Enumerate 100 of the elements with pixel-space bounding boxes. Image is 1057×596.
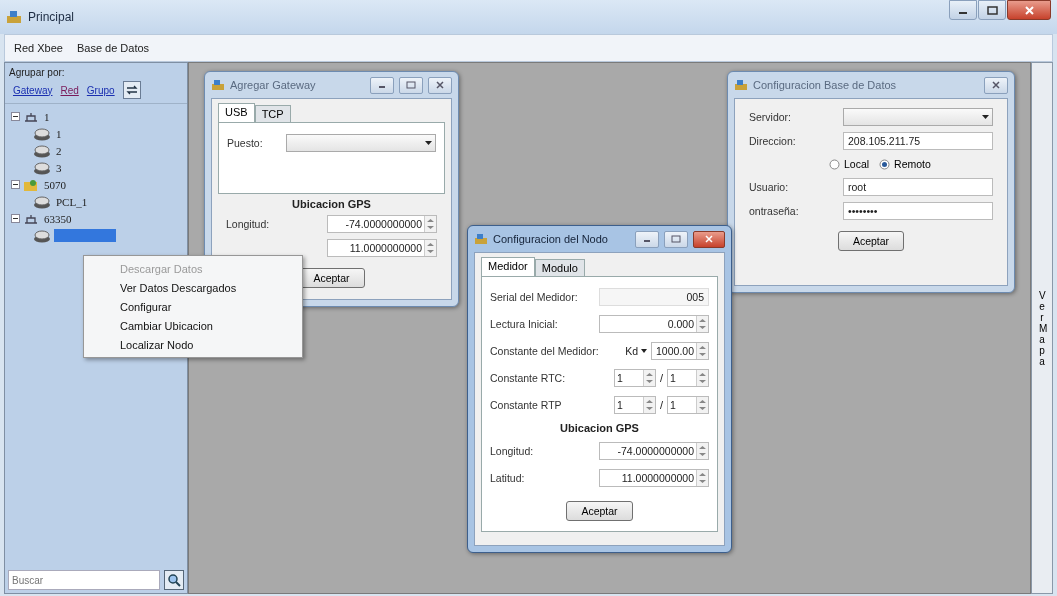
tab[interactable]: USB xyxy=(218,103,255,122)
field-label: Constante del Medidor: xyxy=(490,345,600,357)
meter-icon xyxy=(33,126,51,141)
minimize-button[interactable] xyxy=(949,0,977,20)
maximize-icon xyxy=(670,234,682,244)
dropdown[interactable] xyxy=(286,134,436,152)
spinner-icon[interactable] xyxy=(696,443,708,459)
spinner-icon[interactable] xyxy=(642,397,655,413)
tree-item[interactable]: PCL_1 xyxy=(54,195,90,208)
search-field[interactable]: Buscar xyxy=(8,570,160,590)
minimize-icon xyxy=(379,86,385,88)
input-field[interactable]: root xyxy=(843,178,993,196)
context-menu-item[interactable]: Localizar Nodo xyxy=(86,335,300,354)
field-label: Serial del Medidor: xyxy=(490,291,579,303)
meter-icon xyxy=(33,194,51,209)
group-link[interactable]: Gateway xyxy=(13,84,53,96)
minimize-icon xyxy=(959,12,967,14)
maximize-button[interactable] xyxy=(664,230,688,248)
tree-item[interactable]: 3 xyxy=(54,161,64,174)
close-button[interactable] xyxy=(693,230,725,248)
section-heading: Ubicacion GPS xyxy=(291,198,372,210)
maximize-icon xyxy=(985,4,999,16)
field-label: Constante RTC: xyxy=(490,372,567,384)
maximize-button[interactable] xyxy=(399,76,423,94)
side-button[interactable]: Ver Mapa xyxy=(1031,62,1053,594)
spinner-icon[interactable] xyxy=(696,470,708,486)
meter-icon xyxy=(33,228,51,243)
field-label: Constante RTP xyxy=(490,399,563,411)
collapse-icon[interactable] xyxy=(11,214,20,223)
spinner-icon[interactable] xyxy=(696,343,708,359)
minimize-button[interactable] xyxy=(370,76,394,94)
tree-item[interactable]: 1 xyxy=(42,110,52,123)
close-button[interactable] xyxy=(984,76,1008,94)
close-icon xyxy=(1022,4,1036,16)
network-icon xyxy=(23,110,39,123)
app-icon xyxy=(474,233,488,245)
field-label: Longitud: xyxy=(490,445,535,457)
context-menu-item[interactable]: Configurar xyxy=(86,297,300,316)
context-menu-item[interactable]: Cambiar Ubicacion xyxy=(86,316,300,335)
spinner-icon[interactable] xyxy=(696,397,708,413)
app-icon xyxy=(6,10,22,24)
window-title: Principal xyxy=(28,10,75,24)
network-icon xyxy=(23,212,39,225)
section-heading: Ubicacion GPS xyxy=(559,422,640,434)
folder-person-icon xyxy=(23,177,39,192)
group-link[interactable]: Grupo xyxy=(86,84,115,96)
radio-button[interactable]: Local xyxy=(829,158,870,170)
maximize-icon xyxy=(405,80,417,90)
refresh-button[interactable] xyxy=(122,81,141,99)
field-label: Servidor: xyxy=(749,111,792,123)
window-title: Agregar Gateway xyxy=(230,79,316,91)
field-label: Puesto: xyxy=(227,137,264,149)
input-field[interactable]: •••••••• xyxy=(843,202,993,220)
menu-item[interactable]: Base de Datos xyxy=(76,42,150,54)
dropdown[interactable] xyxy=(843,108,993,126)
close-icon xyxy=(434,80,446,90)
ratio-separator: / xyxy=(659,399,663,411)
ratio-separator: / xyxy=(659,372,663,384)
caret-icon xyxy=(982,115,989,119)
close-button[interactable] xyxy=(1007,0,1051,20)
field-label: Direccion: xyxy=(749,135,797,147)
spinner-icon[interactable] xyxy=(642,370,655,386)
search-button[interactable] xyxy=(164,570,184,590)
collapse-icon[interactable] xyxy=(11,112,20,121)
group-by-label: Agrupar por: xyxy=(9,67,66,78)
menu-item[interactable]: Red Xbee xyxy=(14,42,63,54)
spinner-icon[interactable] xyxy=(696,316,708,332)
tab[interactable]: Medidor xyxy=(481,257,535,276)
window-title: Configuracion Base de Datos xyxy=(753,79,897,91)
app-icon xyxy=(211,79,225,91)
minimize-icon xyxy=(644,240,650,242)
close-icon xyxy=(990,80,1002,90)
spinner-icon[interactable] xyxy=(424,216,436,232)
group-link[interactable]: Red xyxy=(60,84,79,96)
field-label: Lectura Inicial: xyxy=(490,318,559,330)
context-menu-item[interactable]: Ver Datos Descargados xyxy=(86,278,300,297)
caret-icon xyxy=(641,349,647,353)
close-icon xyxy=(703,234,715,244)
radio-button[interactable]: Remoto xyxy=(879,158,931,170)
close-button[interactable] xyxy=(428,76,452,94)
meter-icon xyxy=(33,160,51,175)
accept-button[interactable]: Aceptar xyxy=(837,231,905,251)
spinner-icon[interactable] xyxy=(424,240,436,256)
tree-item[interactable]: 63350 xyxy=(42,212,74,225)
spinner-icon[interactable] xyxy=(696,370,708,386)
window-title: Configuracion del Nodo xyxy=(493,233,608,245)
tree-item[interactable]: 5070 xyxy=(42,178,68,191)
field-label: Longitud: xyxy=(226,218,271,230)
tree-item[interactable]: 1 xyxy=(54,127,64,140)
unit-dropdown[interactable]: Kd xyxy=(625,345,647,357)
tab[interactable]: TCP xyxy=(254,105,291,122)
field-label: Usuario: xyxy=(749,181,790,193)
tree-item[interactable]: 2 xyxy=(54,144,64,157)
input-field[interactable]: 208.105.211.75 xyxy=(843,132,993,150)
minimize-button[interactable] xyxy=(635,230,659,248)
maximize-button[interactable] xyxy=(978,0,1006,20)
accept-button[interactable]: Aceptar xyxy=(566,501,633,521)
tab[interactable]: Modulo xyxy=(534,259,585,276)
collapse-icon[interactable] xyxy=(11,180,20,189)
input-field: 005 xyxy=(599,288,709,306)
